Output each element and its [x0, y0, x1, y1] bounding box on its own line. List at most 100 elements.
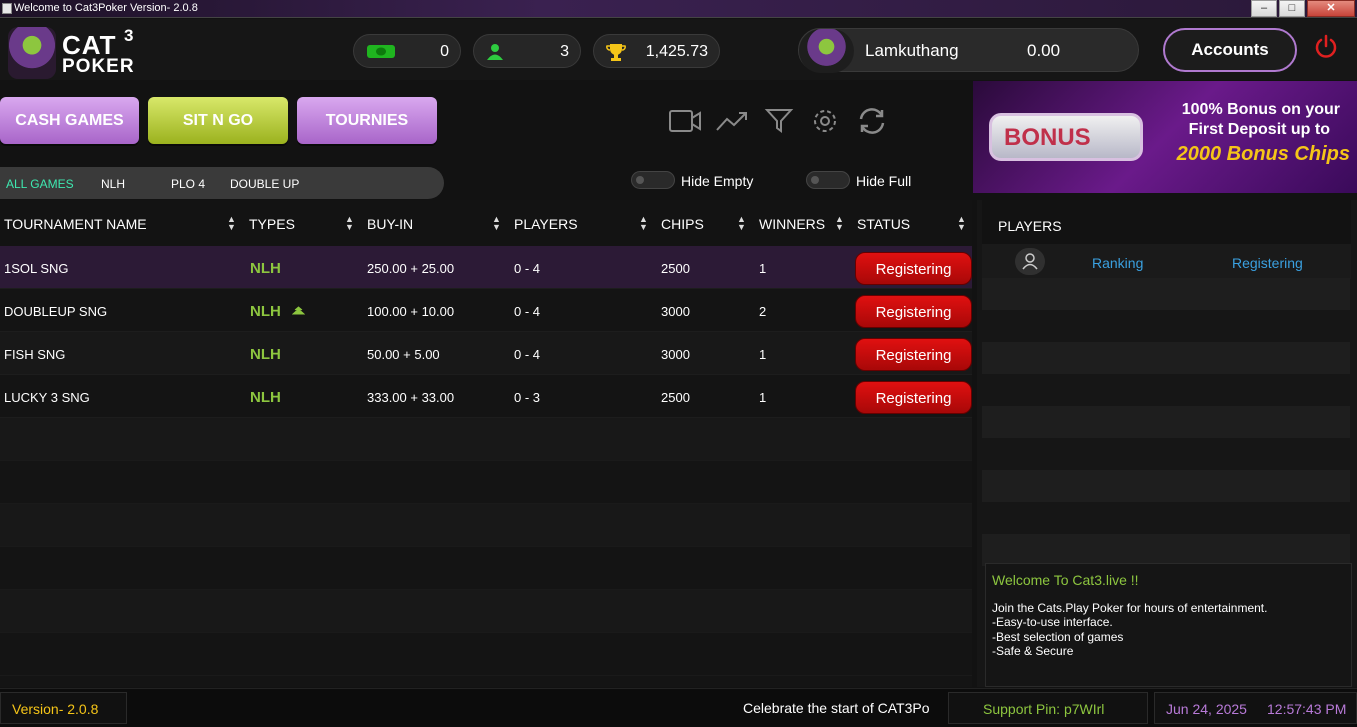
bonus-slot-graphic: BONUS [989, 113, 1143, 161]
avatar[interactable] [799, 29, 854, 73]
datetime-box: Jun 24, 2025 12:57:43 PM [1154, 692, 1357, 724]
empty-row [0, 504, 972, 547]
support-pin: Support Pin: p7WIrl [983, 701, 1105, 717]
cash-games-button[interactable]: CASH GAMES [0, 97, 139, 144]
welcome-line: -Easy-to-use interface. [992, 615, 1113, 629]
accounts-button[interactable]: Accounts [1163, 28, 1297, 72]
window-title: Welcome to Cat3Poker Version- 2.0.8 [14, 2, 198, 14]
winners: 1 [759, 261, 767, 276]
sit-n-go-button[interactable]: SIT N GO [148, 97, 288, 144]
header-players[interactable]: PLAYERS [514, 216, 578, 232]
ranking-column[interactable]: Ranking [1092, 255, 1143, 271]
sort-arrows-icon[interactable]: ▲ ▼ [957, 215, 966, 232]
players-count: 0 - 3 [514, 390, 541, 405]
players-panel-header: PLAYERS [982, 200, 1351, 244]
user-profile-pill[interactable]: Lamkuthang 0.00 [798, 28, 1139, 73]
maximize-button[interactable]: □ [1279, 0, 1305, 17]
time-text: 12:57:43 PM [1267, 701, 1347, 717]
logo-text-poker: POKER [62, 56, 135, 77]
filter-double-up[interactable]: DOUBLE UP [230, 177, 299, 191]
player-list-row [982, 534, 1350, 566]
table-row[interactable]: FISH SNG NLH 50.00 + 5.00 0 - 4 3000 1 R… [0, 332, 972, 375]
empty-row [0, 633, 972, 676]
user-balance: 0.00 [1027, 41, 1061, 60]
bonus-banner[interactable]: BONUS 100% Bonus on your First Deposit u… [973, 81, 1357, 193]
registering-column[interactable]: Registering [1232, 255, 1303, 271]
header-winners[interactable]: WINNERS [759, 216, 825, 232]
registering-button[interactable]: Registering [855, 295, 972, 328]
sort-arrows-icon[interactable]: ▲ ▼ [835, 215, 844, 232]
header-tournament-name[interactable]: TOURNAMENT NAME [4, 216, 147, 232]
players-online-value: 3 [560, 43, 569, 60]
filter-all-games[interactable]: ALL GAMES [6, 177, 74, 191]
minimize-button[interactable]: – [1251, 0, 1277, 17]
username: Lamkuthang [865, 41, 959, 60]
tournament-table: TOURNAMENT NAME ▲ ▼ TYPES ▲ ▼ BUY-IN ▲ ▼ PL… [0, 200, 972, 687]
support-pin-box: Support Pin: p7WIrl [948, 692, 1148, 724]
online-players-pill: 3 [473, 34, 581, 68]
winners: 1 [759, 347, 767, 362]
filter-plo4[interactable]: PLO 4 [171, 177, 205, 191]
game-type: NLH [250, 389, 281, 406]
header-types[interactable]: TYPES [249, 216, 295, 232]
power-icon[interactable] [1313, 34, 1339, 60]
sort-arrows-icon[interactable]: ▲ ▼ [737, 215, 746, 232]
close-button[interactable]: ✕ [1307, 0, 1355, 17]
hide-empty-toggle[interactable] [631, 171, 675, 189]
buy-in: 250.00 + 25.00 [367, 261, 455, 276]
tournament-name: DOUBLEUP SNG [4, 304, 108, 319]
trophy-value: 1,425.73 [645, 43, 708, 60]
trophy-pill: 1,425.73 [593, 34, 720, 68]
sort-arrows-icon[interactable]: ▲ ▼ [639, 215, 648, 232]
empty-row [0, 547, 972, 590]
table-row[interactable]: LUCKY 3 SNG NLH 333.00 + 33.00 0 - 3 250… [0, 375, 972, 418]
version-box: Version- 2.0.8 [0, 692, 127, 724]
table-row[interactable]: DOUBLEUP SNG NLH 100.00 + 10.00 0 - 4 30… [0, 289, 972, 332]
registering-button[interactable]: Registering [855, 381, 972, 414]
tournament-name: FISH SNG [4, 347, 66, 362]
hide-full-label: Hide Full [856, 173, 912, 189]
date-text: Jun 24, 2025 [1166, 701, 1247, 717]
settings-icon[interactable] [808, 106, 842, 136]
header-chips[interactable]: CHIPS [661, 216, 704, 232]
sort-arrows-icon[interactable]: ▲ ▼ [345, 215, 354, 232]
player-list-row [982, 470, 1350, 502]
header-status[interactable]: STATUS [857, 216, 910, 232]
tournament-name: 1SOL SNG [4, 261, 69, 276]
chips: 3000 [661, 304, 690, 319]
cat-mascot-icon [8, 27, 56, 79]
game-type: NLH [250, 303, 281, 320]
filter-nlh[interactable]: NLH [101, 177, 125, 191]
sort-arrows-icon[interactable]: ▲ ▼ [227, 215, 236, 232]
cash-icon [367, 45, 395, 58]
header-buy-in[interactable]: BUY-IN [367, 216, 413, 232]
player-list-row [982, 278, 1350, 310]
trend-chart-icon[interactable] [715, 106, 749, 136]
players-count: 0 - 4 [514, 347, 541, 362]
bonus-word: BONUS [1004, 124, 1091, 151]
logo-superscript: 3 [124, 26, 134, 45]
hide-full-toggle[interactable] [806, 171, 850, 189]
table-row[interactable]: 1SOL SNG NLH 250.00 + 25.00 0 - 4 2500 1… [0, 246, 972, 289]
filter-icon[interactable] [762, 106, 796, 136]
cat3-poker-logo: CAT 3 POKER [8, 25, 138, 81]
sort-arrows-icon[interactable]: ▲ ▼ [492, 215, 501, 232]
app-window-icon [2, 3, 12, 14]
tournament-name: LUCKY 3 SNG [4, 390, 90, 405]
registering-button[interactable]: Registering [855, 252, 972, 285]
chips: 3000 [661, 347, 690, 362]
winners: 1 [759, 390, 767, 405]
table-header: TOURNAMENT NAME ▲ ▼ TYPES ▲ ▼ BUY-IN ▲ ▼ PL… [0, 200, 972, 246]
video-icon[interactable] [668, 106, 702, 136]
chips: 2500 [661, 261, 690, 276]
refresh-icon[interactable] [855, 106, 889, 136]
chips: 2500 [661, 390, 690, 405]
banner-line-3: 2000 Bonus Chips [1176, 143, 1350, 165]
tournies-button[interactable]: TOURNIES [297, 97, 437, 144]
winners: 2 [759, 304, 767, 319]
registering-button[interactable]: Registering [855, 338, 972, 371]
player-avatar-icon [1015, 248, 1045, 275]
trophy-icon [606, 44, 626, 61]
welcome-line: -Best selection of games [992, 630, 1124, 644]
hide-empty-label: Hide Empty [681, 173, 754, 189]
